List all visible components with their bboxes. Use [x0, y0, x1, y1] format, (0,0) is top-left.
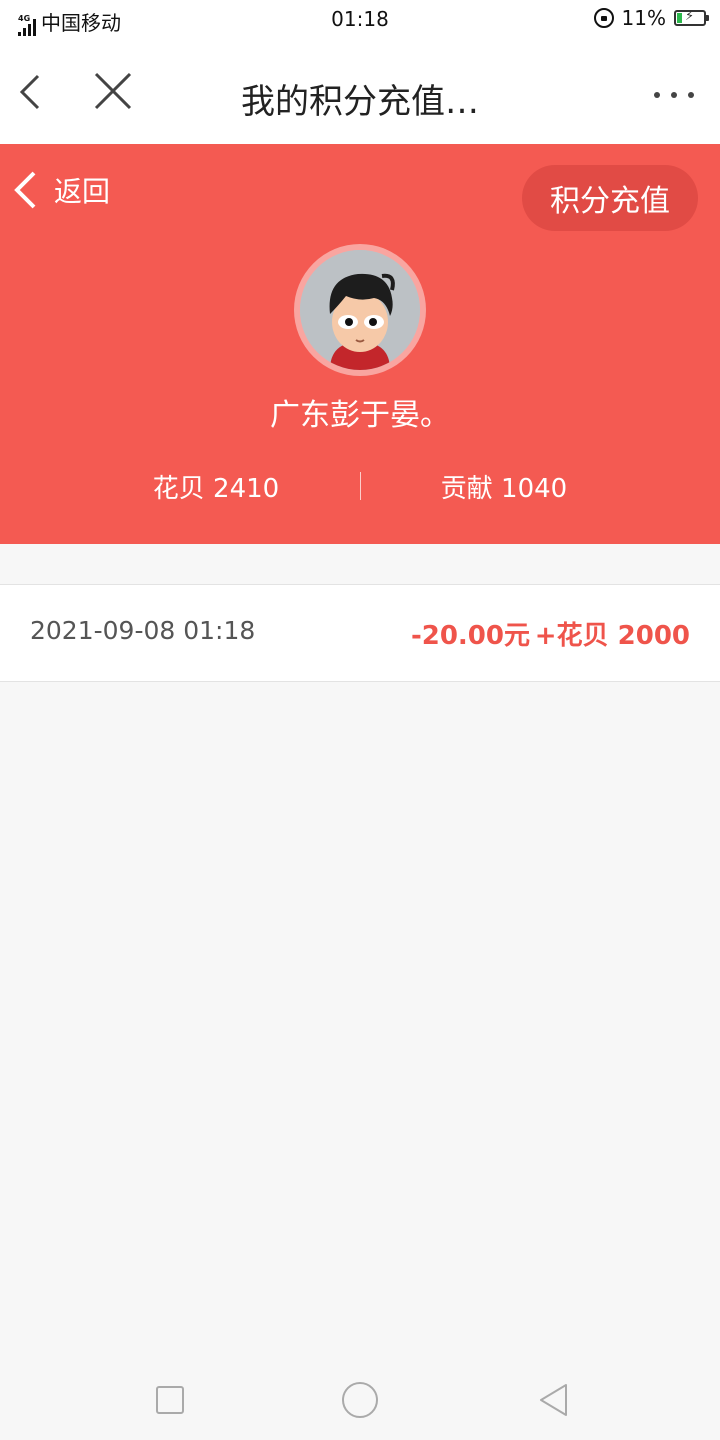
record-amount: -20.00元	[410, 621, 530, 651]
nav-close-button[interactable]	[88, 70, 136, 114]
list-item[interactable]: 2021-09-08 01:18 -20.00元 +花贝 2000	[0, 584, 720, 682]
recharge-button[interactable]: 积分充值	[522, 165, 698, 231]
stat-contribution: 贡献 1040	[440, 474, 568, 504]
record-datetime: 2021-09-08 01:18	[30, 616, 256, 645]
page-title: 我的积分充值…	[241, 82, 479, 122]
chevron-left-icon	[14, 171, 36, 209]
more-icon	[654, 92, 660, 98]
profile-header: 返回 积分充值 广东彭于晏。 花贝 2410 贡献 1040	[0, 144, 720, 544]
record-points: +花贝 2000	[534, 621, 690, 651]
chevron-left-icon	[19, 74, 40, 110]
status-right: 11% ⚡	[593, 6, 709, 30]
nav-back-button[interactable]	[14, 70, 54, 114]
header-back-button[interactable]: 返回	[12, 170, 110, 210]
recent-apps-icon[interactable]	[156, 1386, 184, 1414]
system-nav-bar	[0, 1360, 720, 1440]
avatar-image	[300, 250, 420, 370]
avatar[interactable]	[294, 244, 426, 376]
more-button[interactable]	[654, 80, 694, 110]
username: 广东彭于晏。	[270, 398, 450, 433]
header-back-label: 返回	[54, 175, 111, 208]
status-bar: 4G 中国移动 01:18 11% ⚡	[0, 0, 720, 40]
back-triangle-icon[interactable]	[536, 1382, 572, 1418]
nav-bar: 我的积分充值…	[0, 40, 720, 144]
rotation-lock-icon	[593, 8, 614, 28]
battery-icon: ⚡	[674, 9, 709, 26]
battery-percent: 11%	[621, 6, 666, 30]
home-icon[interactable]	[342, 1382, 378, 1418]
close-icon	[94, 72, 132, 110]
